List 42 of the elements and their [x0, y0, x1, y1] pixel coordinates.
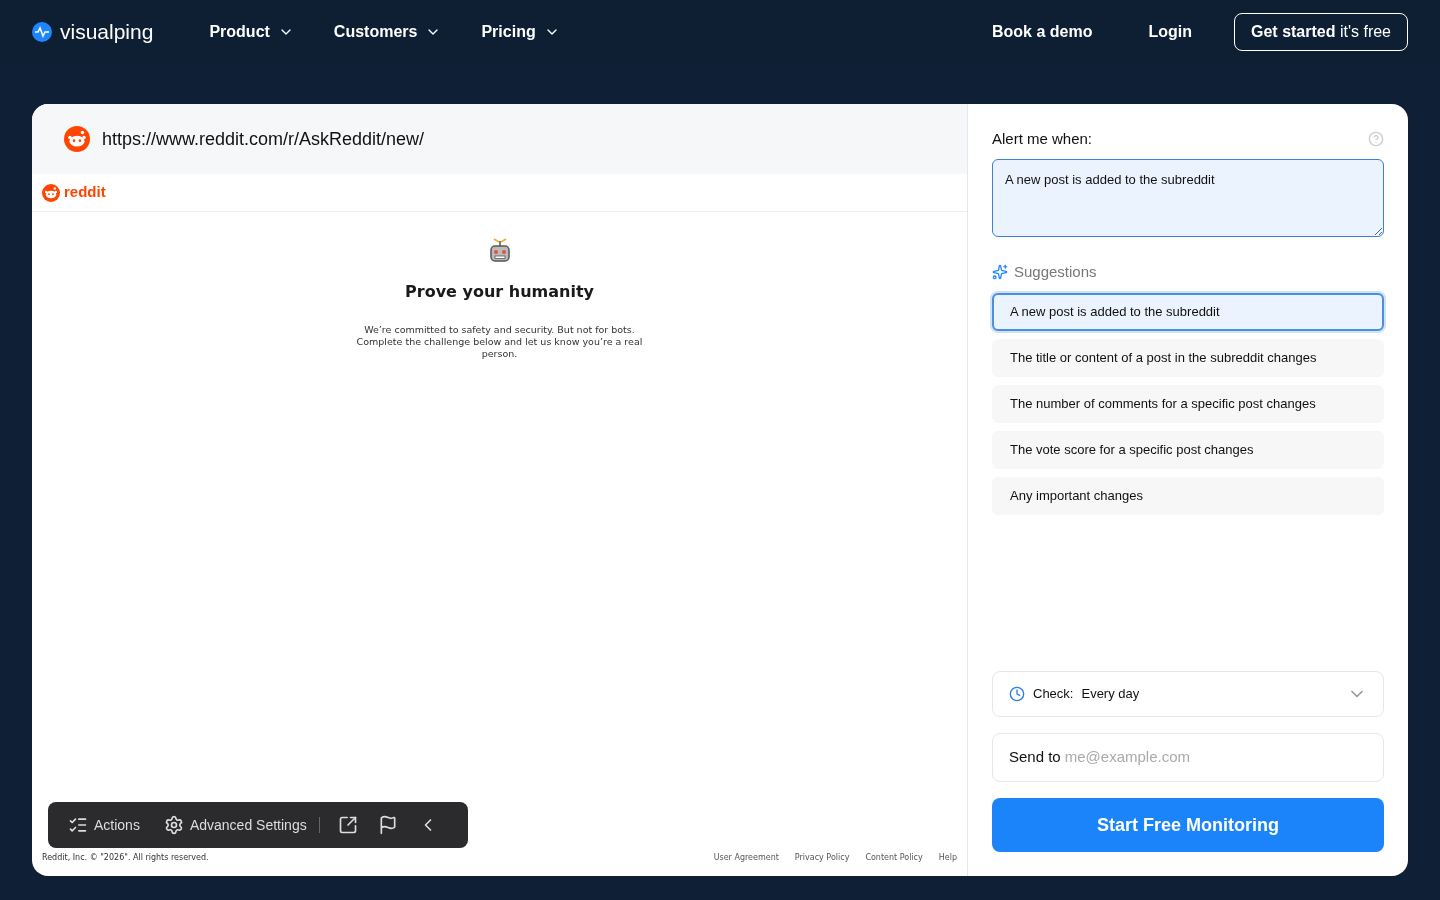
- suggestion-item[interactable]: The title or content of a post in the subreddit changes: [992, 339, 1384, 377]
- alert-label: Alert me when:: [992, 129, 1093, 149]
- alert-input[interactable]: A new post is added to the subreddit: [992, 158, 1384, 237]
- external-link-icon: [337, 815, 358, 835]
- email-input[interactable]: me@example.com: [1064, 746, 1367, 769]
- send-to-label: Send to: [1009, 747, 1061, 768]
- toolbar-icon-button[interactable]: [337, 815, 358, 835]
- sparkle-icon: [992, 263, 1008, 280]
- nav-menu[interactable]: Product: [209, 20, 294, 44]
- toolbar-button[interactable]: Actions: [68, 814, 140, 836]
- brand-name: visualping: [60, 19, 154, 46]
- logo-icon: [32, 22, 52, 42]
- toolbar-button[interactable]: Advanced Settings: [163, 814, 307, 836]
- challenge-message: We’re committed to safety and security. But not for bots. Complete the challenge below and let us know you’re a real person.: [355, 324, 644, 360]
- suggestion-item[interactable]: Any important changes: [992, 477, 1384, 515]
- suggestions-label: Suggestions: [1014, 261, 1097, 282]
- challenge-title: Prove your humanity: [405, 281, 594, 303]
- clock-icon: [1009, 686, 1025, 702]
- suggestion-item[interactable]: The vote score for a specific post changes: [992, 431, 1384, 469]
- footer-link[interactable]: User Agreement: [713, 852, 779, 864]
- footer-link[interactable]: Content Policy: [865, 852, 923, 864]
- nav-menu[interactable]: Pricing: [481, 20, 560, 44]
- page-url: https://www.reddit.com/r/AskReddit/new/: [102, 127, 425, 151]
- nav-link[interactable]: Login: [1148, 20, 1192, 44]
- check-label: Check:: [1033, 685, 1074, 704]
- footer-link[interactable]: Help: [938, 852, 957, 864]
- suggestion-item[interactable]: The number of comments for a specific post changes: [992, 385, 1384, 423]
- copyright-text: Reddit, Inc. © "2026". All rights reserved.: [42, 852, 209, 864]
- site-logo: reddit: [64, 182, 106, 203]
- start-monitoring-button[interactable]: Start Free Monitoring: [992, 798, 1384, 852]
- footer-link[interactable]: Privacy Policy: [794, 852, 850, 864]
- nav-link[interactable]: Book a demo: [992, 20, 1093, 44]
- suggestion-item[interactable]: A new post is added to the subreddit: [992, 293, 1384, 331]
- checklist-icon: [68, 815, 88, 835]
- nav-menu[interactable]: Customers: [333, 20, 442, 44]
- check-value: Every day: [1081, 685, 1140, 704]
- get-started-button[interactable]: Get started it's free: [1234, 13, 1408, 51]
- check-frequency-dropdown[interactable]: Check: Every day: [992, 671, 1384, 717]
- reddit-icon: [64, 126, 90, 152]
- settings-icon: [163, 815, 184, 835]
- reddit-logo-icon: [42, 183, 60, 202]
- email-field[interactable]: Send to me@example.com: [992, 733, 1384, 782]
